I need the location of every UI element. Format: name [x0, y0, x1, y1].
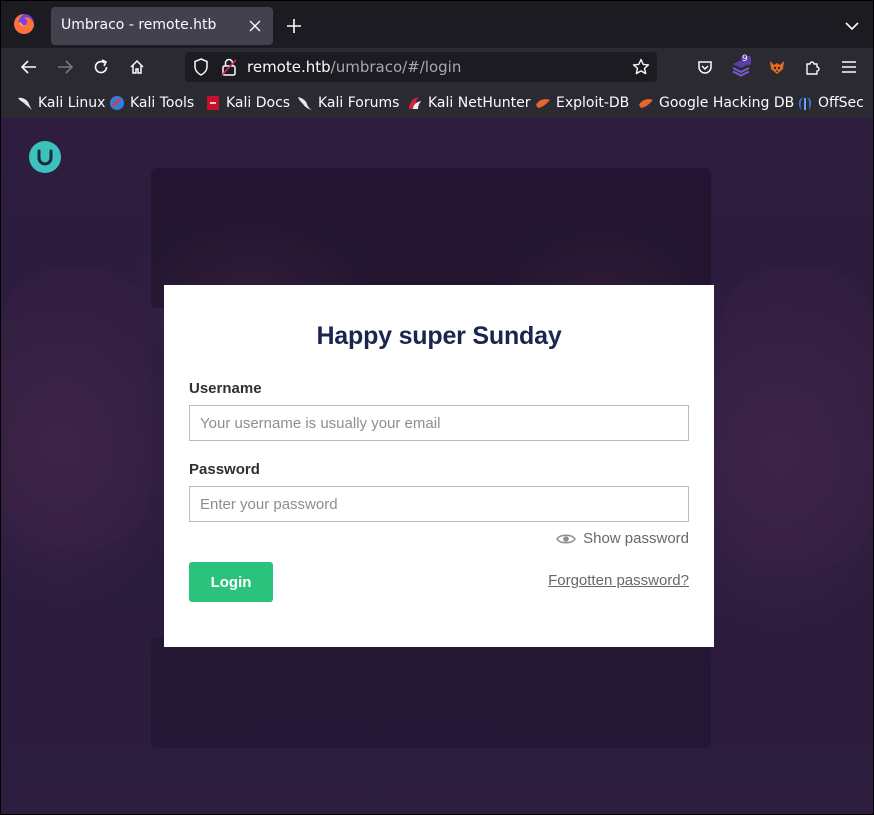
foxyproxy-icon[interactable]	[763, 53, 791, 81]
pocket-icon[interactable]	[691, 53, 719, 81]
home-icon[interactable]	[123, 53, 151, 81]
kali-forums-icon	[297, 95, 313, 111]
bookmark-kali-linux[interactable]: Kali Linux	[17, 93, 105, 113]
url-path: /umbraco/#/login	[330, 58, 462, 76]
url-bar[interactable]: remote.htb/umbraco/#/login	[185, 52, 657, 82]
new-tab-plus-icon[interactable]	[281, 13, 307, 39]
bookmark-kali-tools[interactable]: Kali Tools	[109, 93, 194, 113]
password-input[interactable]	[189, 486, 689, 522]
bookmark-google-hacking-db[interactable]: Google Hacking DB	[638, 93, 794, 113]
bookmark-kali-nethunter[interactable]: Kali NetHunter	[407, 93, 530, 113]
offsec-icon	[797, 95, 813, 111]
url-text: remote.htb/umbraco/#/login	[247, 58, 461, 76]
login-form: Happy super Sunday Username Password Sho…	[164, 285, 714, 647]
umbraco-login-page: Happy super Sunday Username Password Sho…	[0, 118, 874, 815]
umbraco-logo-icon[interactable]	[29, 141, 61, 173]
bookmark-label: Kali Linux	[38, 95, 106, 111]
url-host: remote.htb	[247, 58, 331, 76]
background-right-hand	[721, 268, 873, 568]
insecure-lock-icon[interactable]	[219, 57, 239, 77]
bookmark-label: Kali Tools	[130, 95, 195, 111]
exploit-db-icon	[535, 95, 551, 111]
login-button[interactable]: Login	[189, 562, 273, 602]
firefox-logo-icon[interactable]	[13, 13, 35, 35]
eye-icon	[556, 534, 576, 543]
forward-arrow-icon[interactable]	[51, 53, 79, 81]
show-password-toggle[interactable]: Show password	[556, 530, 689, 547]
bookmark-label: Exploit-DB	[556, 95, 630, 111]
username-input[interactable]	[189, 405, 689, 441]
bookmarks-toolbar: Kali Linux Kali Tools Kali Docs Kali For…	[0, 86, 874, 118]
bookmark-kali-forums[interactable]: Kali Forums	[297, 93, 399, 113]
chevron-down-icon[interactable]	[839, 13, 865, 39]
back-arrow-icon[interactable]	[15, 53, 43, 81]
bookmark-exploit-db[interactable]: Exploit-DB	[535, 93, 629, 113]
username-label: Username	[189, 380, 262, 397]
bookmark-label: Kali Docs	[226, 95, 291, 111]
extensions-puzzle-icon[interactable]	[799, 53, 827, 81]
password-label: Password	[189, 461, 260, 478]
kali-docs-icon	[205, 95, 221, 111]
bookmark-label: OffSec	[818, 95, 864, 111]
kali-dragon-icon	[17, 95, 33, 111]
bookmark-offsec[interactable]: OffSec	[797, 93, 864, 113]
ghdb-icon	[638, 95, 654, 111]
reload-icon[interactable]	[87, 53, 115, 81]
tab-umbraco[interactable]: Umbraco - remote.htb	[51, 7, 273, 45]
tracking-shield-icon[interactable]	[191, 57, 211, 77]
nethunter-icon	[407, 95, 423, 111]
navigation-toolbar: remote.htb/umbraco/#/login 9	[0, 48, 874, 86]
bookmark-label: Kali Forums	[318, 95, 400, 111]
extension-stack-icon[interactable]: 9	[727, 53, 755, 81]
forgotten-password-link[interactable]: Forgotten password?	[548, 572, 689, 589]
bookmark-star-icon[interactable]	[631, 57, 651, 77]
background-lower-panel	[151, 638, 711, 748]
background-left-hand	[1, 268, 151, 548]
tab-bar: Umbraco - remote.htb	[0, 0, 874, 48]
bookmark-kali-docs[interactable]: Kali Docs	[205, 93, 290, 113]
bookmark-label: Kali NetHunter	[428, 95, 531, 111]
tab-title: Umbraco - remote.htb	[61, 17, 217, 33]
hamburger-menu-icon[interactable]	[835, 53, 863, 81]
extension-badge: 9	[742, 54, 748, 64]
close-tab-icon[interactable]	[243, 14, 267, 38]
bookmark-label: Google Hacking DB	[659, 95, 795, 111]
greeting-heading: Happy super Sunday	[316, 322, 562, 350]
show-password-label: Show password	[583, 530, 689, 547]
kali-tools-icon	[109, 95, 125, 111]
